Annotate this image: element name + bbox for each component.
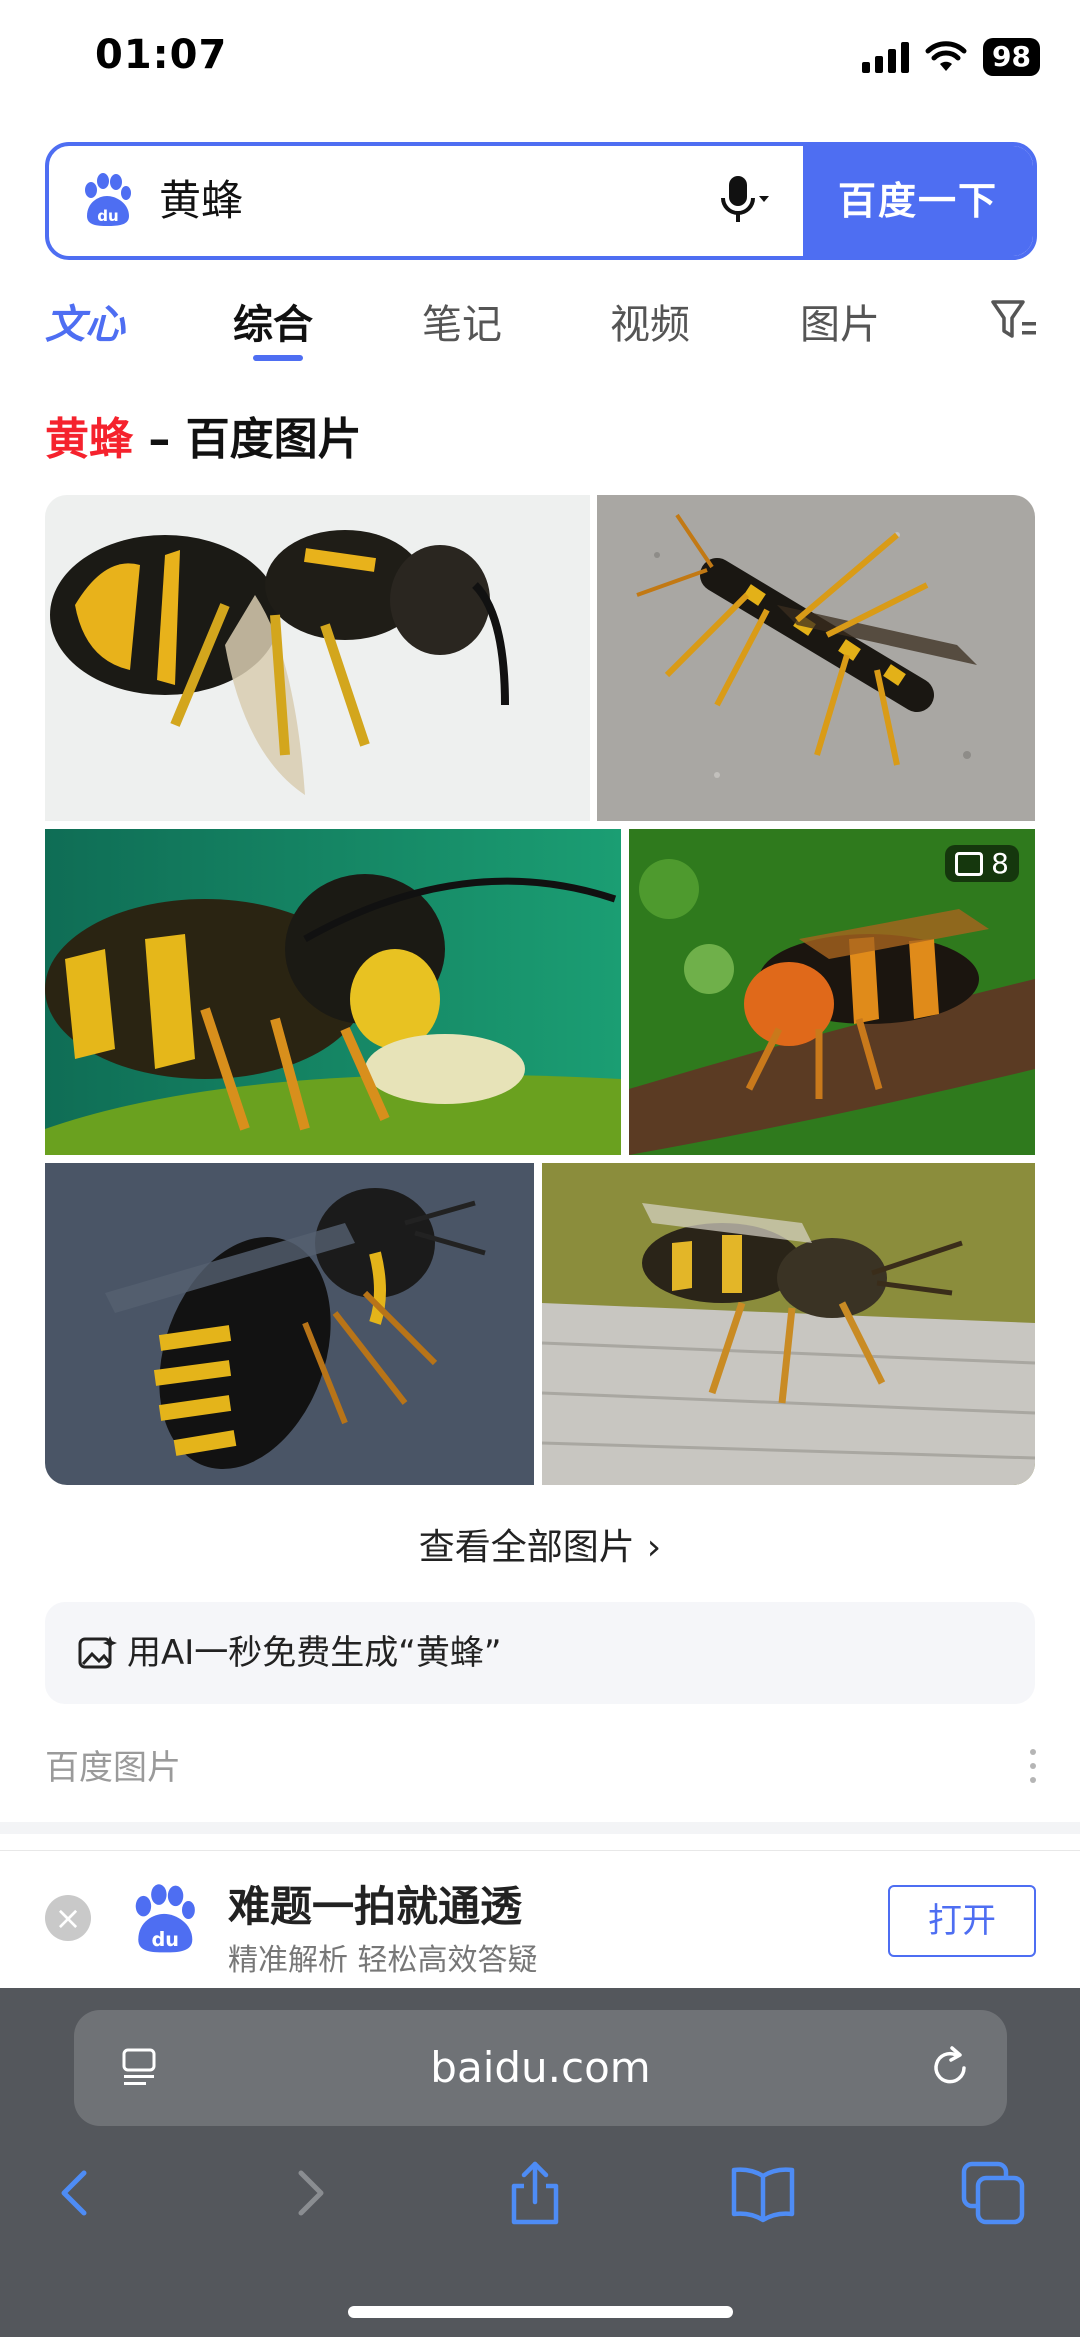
result-title[interactable]: 黄蜂 – 百度图片	[45, 403, 362, 467]
active-tab-indicator	[253, 355, 303, 361]
browser-toolbar: baidu.com	[0, 1988, 1080, 2337]
wasp-image-3[interactable]	[45, 829, 621, 1155]
battery-indicator: 98	[983, 38, 1040, 76]
bookmarks-icon[interactable]	[728, 2158, 798, 2228]
baidu-paw-logo-icon: du	[85, 173, 131, 226]
open-app-button[interactable]: 打开	[888, 1885, 1036, 1957]
tabs-icon[interactable]	[958, 2158, 1028, 2228]
wasp-image-2[interactable]	[597, 495, 1035, 821]
reload-icon[interactable]	[926, 2044, 974, 2092]
wifi-icon	[925, 41, 967, 73]
wasp-image-4[interactable]: 8	[629, 829, 1035, 1155]
status-bar: 01:07 98	[0, 0, 1080, 120]
tab-all[interactable]: 综合	[233, 292, 313, 350]
section-divider	[0, 1822, 1080, 1834]
search-tabs: 文心 综合 笔记 视频 图片	[0, 280, 1080, 370]
result-source: 百度图片	[45, 1748, 181, 1788]
svg-text:du: du	[97, 207, 118, 225]
app-banner-subtitle: 精准解析 轻松高效答疑	[228, 1943, 538, 1978]
cellular-signal-icon	[862, 41, 910, 73]
search-button[interactable]: 百度一下	[803, 146, 1033, 256]
back-icon[interactable]	[42, 2158, 112, 2228]
ai-generate-button[interactable]: 用AI一秒免费生成“黄蜂”	[45, 1602, 1035, 1704]
close-banner-button[interactable]: ×	[45, 1895, 91, 1941]
result-title-keyword: 黄蜂	[45, 414, 133, 465]
url-text: baidu.com	[430, 2043, 651, 2092]
wasp-image-6[interactable]	[542, 1163, 1035, 1485]
status-icons: 98	[862, 38, 1040, 76]
result-title-text: – 百度图片	[133, 414, 362, 465]
address-bar[interactable]: baidu.com	[74, 2010, 1007, 2126]
gallery-icon	[955, 851, 984, 876]
image-grid: 8	[45, 495, 1035, 1485]
forward-icon[interactable]	[273, 2158, 343, 2228]
microphone-icon[interactable]	[717, 172, 773, 228]
image-count: 8	[991, 847, 1009, 880]
baidu-app-logo-icon: du	[135, 1884, 195, 1953]
tab-wenxin[interactable]: 文心	[45, 292, 125, 350]
app-banner-title: 难题一拍就通透	[228, 1882, 523, 1931]
share-icon[interactable]	[500, 2158, 570, 2228]
chevron-right-icon: ›	[646, 1527, 662, 1568]
view-all-label: 查看全部图片	[418, 1527, 635, 1568]
view-all-images-link[interactable]: 查看全部图片 ›	[0, 1518, 1080, 1570]
image-count-badge: 8	[945, 845, 1019, 882]
ai-generate-label: 用AI一秒免费生成“黄蜂”	[127, 1633, 502, 1673]
tab-notes[interactable]: 笔记	[422, 292, 502, 350]
tab-images[interactable]: 图片	[800, 292, 880, 350]
wasp-image-5[interactable]	[45, 1163, 534, 1485]
app-download-banner: × du 难题一拍就通透 精准解析 轻松高效答疑 打开	[0, 1850, 1080, 1988]
search-input[interactable]: 黄蜂	[159, 146, 243, 256]
browser-nav-row	[0, 2158, 1080, 2238]
wasp-image-1[interactable]	[45, 495, 590, 821]
home-indicator	[348, 2306, 733, 2318]
svg-text:du: du	[152, 1928, 180, 1951]
search-bar[interactable]: du 黄蜂 百度一下	[45, 142, 1037, 260]
ai-image-icon	[78, 1636, 117, 1669]
status-time: 01:07	[95, 32, 228, 78]
filter-icon[interactable]	[990, 298, 1038, 342]
tab-videos[interactable]: 视频	[610, 292, 690, 350]
more-options-icon[interactable]	[1028, 1746, 1038, 1786]
